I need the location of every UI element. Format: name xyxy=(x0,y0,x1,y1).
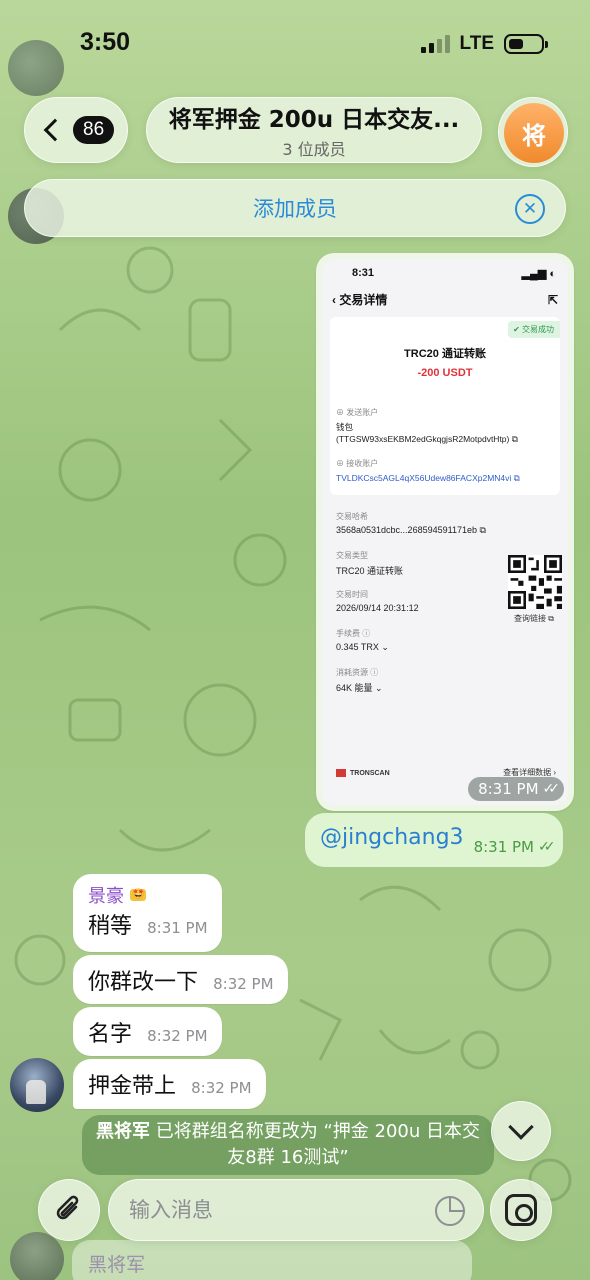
message-input-pill[interactable] xyxy=(108,1179,484,1241)
receiver-address: TVLDKCsc5AGL4qX56Udew86FACXp2MN4vi ⧉ xyxy=(336,473,520,483)
fee-label: 手续费 ⓘ xyxy=(336,629,371,638)
status-time: 3:50 xyxy=(80,28,131,56)
message-text: 稍等 xyxy=(88,914,133,939)
transfer-amount: -200 USDT xyxy=(417,367,473,379)
unread-count-badge: 86 xyxy=(73,116,115,144)
message-time: 8:32 PM xyxy=(213,975,274,993)
incoming-message[interactable]: 押金带上 8:32 PM xyxy=(73,1059,266,1109)
battery-icon xyxy=(504,34,548,54)
sender-address: (TTGSW93xsEKBM2edGkqgjsR2MotpdvtHtp) ⧉ xyxy=(336,434,518,444)
close-icon[interactable]: ✕ xyxy=(515,194,545,224)
chevron-left-icon xyxy=(43,118,67,142)
sender-name: 钱包 xyxy=(336,422,354,432)
time-value: 2026/09/14 20:31:12 xyxy=(336,603,419,613)
message-time: 8:31 PM xyxy=(473,838,535,856)
screenshot-nav-title: 交易详情 xyxy=(339,293,388,307)
back-button[interactable]: 86 xyxy=(24,97,128,163)
group-avatar-button[interactable]: 将 xyxy=(498,97,568,167)
member-count: 3 位成员 xyxy=(282,140,346,159)
fee-value: 0.345 TRX ⌄ xyxy=(336,642,389,652)
partial-avatar xyxy=(8,40,64,96)
share-icon: ⇱ xyxy=(547,292,558,307)
sender-label: ⊕ 发送账户 xyxy=(336,408,379,417)
type-label: 交易类型 xyxy=(336,551,368,560)
qr-caption: 查询链接 ⧉ xyxy=(514,614,554,623)
type-value: TRC20 通证转账 xyxy=(336,566,404,576)
hash-value: 3568a0531dcbc...268594591171eb ⧉ xyxy=(336,525,486,535)
transaction-screenshot: 8:31 ▂▄▆ ◐ ‹ 交易详情 ⇱ ✔ 交易成功 TRC20 通证转账 -2… xyxy=(322,259,568,805)
resource-value: 64K 能量 ⌄ xyxy=(336,683,383,693)
sender-name: 黑将军 xyxy=(88,1254,146,1276)
camera-button[interactable] xyxy=(490,1179,552,1241)
message-time: 8:32 PM xyxy=(147,1027,208,1045)
chevron-down-icon xyxy=(508,1114,534,1140)
screenshot-status-icons: ▂▄▆ ◐ xyxy=(521,268,556,280)
double-check-icon: ✓✓ xyxy=(538,839,556,855)
success-badge: ✔ 交易成功 xyxy=(508,321,560,338)
signal-icon xyxy=(420,35,450,53)
screenshot-nav: ‹ 交易详情 xyxy=(332,293,388,307)
add-member-bar[interactable]: 添加成员 ✕ xyxy=(24,179,566,237)
incoming-message[interactable]: 你群改一下 8:32 PM xyxy=(73,955,288,1004)
message-text: 你群改一下 xyxy=(88,970,199,995)
group-avatar: 将 xyxy=(504,103,564,163)
message-time: 8:32 PM xyxy=(191,1079,252,1097)
image-message-time: 8:31 PM ✓✓ xyxy=(468,777,564,801)
service-actor[interactable]: 黑将军 xyxy=(96,1121,150,1142)
incoming-message[interactable]: 景豪 🤩 稍等 8:31 PM xyxy=(73,874,222,952)
receiver-label: ⊕ 接收账户 xyxy=(336,459,379,468)
image-message[interactable]: 8:31 ▂▄▆ ◐ ‹ 交易详情 ⇱ ✔ 交易成功 TRC20 通证转账 -2… xyxy=(316,253,574,811)
partial-avatar xyxy=(10,1232,64,1280)
tronscan-logo: TRONSCAN xyxy=(336,769,390,777)
double-check-icon: ✓✓ xyxy=(542,781,561,797)
message-text: 名字 xyxy=(88,1022,133,1047)
network-type: LTE xyxy=(459,33,494,54)
sender-name[interactable]: 景豪 xyxy=(88,882,124,908)
sender-badge-icon: 🤩 xyxy=(130,889,147,901)
hash-label: 交易哈希 xyxy=(336,512,368,521)
sender-avatar[interactable] xyxy=(10,1058,64,1112)
paperclip-icon xyxy=(56,1195,79,1220)
status-indicators: LTE xyxy=(420,33,548,55)
partial-message: 黑将军 xyxy=(72,1240,472,1280)
sticker-icon[interactable] xyxy=(435,1196,465,1226)
service-text: 已将群组名称更改为 “押金 200u 日本交友8群 16测试” xyxy=(150,1121,480,1168)
add-member-label: 添加成员 xyxy=(253,197,337,221)
transfer-card: ✔ 交易成功 TRC20 通证转账 -200 USDT ⊕ 发送账户 钱包 (T… xyxy=(330,317,560,495)
message-input[interactable] xyxy=(129,1198,419,1222)
resource-label: 消耗资源 ⓘ xyxy=(336,668,379,677)
incoming-message[interactable]: 名字 8:32 PM xyxy=(73,1007,222,1056)
mention-link[interactable]: @jingchang3 xyxy=(320,825,464,850)
message-text: 押金带上 xyxy=(88,1074,177,1099)
camera-icon xyxy=(505,1194,537,1226)
qr-code xyxy=(508,555,562,609)
chat-title: 将军押金 200u 日本交友... xyxy=(168,107,460,133)
attach-button[interactable] xyxy=(38,1179,100,1241)
message-time: 8:31 PM xyxy=(147,919,208,937)
chat-title-pill[interactable]: 将军押金 200u 日本交友... 3 位成员 xyxy=(146,97,482,163)
scroll-to-bottom-button[interactable] xyxy=(491,1101,551,1161)
time-label: 交易时间 xyxy=(336,590,368,599)
outgoing-message[interactable]: @jingchang3 8:31 PM ✓✓ xyxy=(305,813,564,867)
transfer-type-title: TRC20 通证转账 xyxy=(404,348,486,360)
service-message: 黑将军 已将群组名称更改为 “押金 200u 日本交友8群 16测试” xyxy=(82,1115,494,1175)
screenshot-status-time: 8:31 xyxy=(352,267,375,279)
